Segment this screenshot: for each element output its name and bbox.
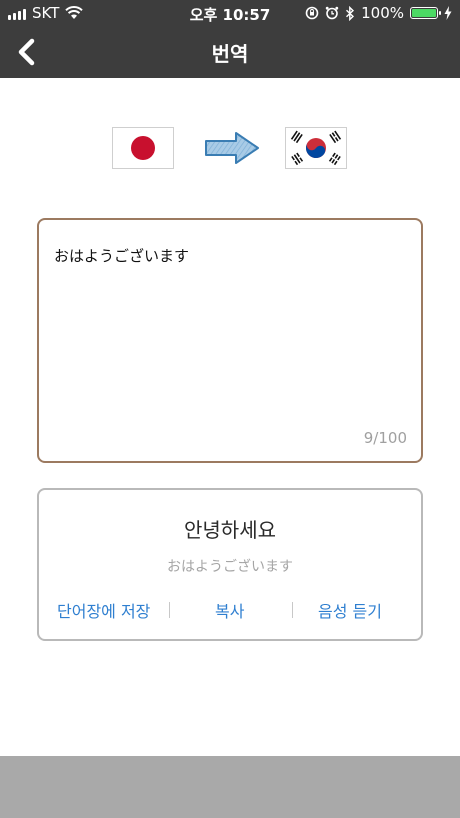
bottom-bar <box>0 756 460 818</box>
alarm-icon <box>325 6 339 20</box>
language-selector <box>0 127 460 171</box>
save-to-wordbook-button[interactable]: 단어장에 저장 <box>57 598 150 622</box>
target-language-flag[interactable] <box>285 127 347 169</box>
arrow-right-icon <box>205 132 259 164</box>
korea-flag-icon <box>286 128 346 168</box>
bluetooth-icon <box>346 5 355 21</box>
top-bar: SKT 오후 10:57 100% 번역 <box>0 0 460 78</box>
copy-button[interactable]: 복사 <box>215 598 244 622</box>
battery-percent: 100% <box>361 4 404 22</box>
original-text: おはようございます <box>167 559 293 575</box>
source-language-flag[interactable] <box>112 127 174 169</box>
charging-icon <box>444 6 452 20</box>
character-counter: 9/100 <box>363 429 407 447</box>
divider <box>169 602 170 618</box>
status-bar: SKT 오후 10:57 100% <box>0 0 460 26</box>
orientation-lock-icon <box>305 6 319 20</box>
translation-result-card: 안녕하세요 おはようございます 단어장에 저장 복사 음성 듣기 <box>37 488 423 641</box>
page-title: 번역 <box>211 42 249 66</box>
listen-audio-button[interactable]: 음성 듣기 <box>318 598 382 622</box>
input-text: おはようございます <box>54 247 190 265</box>
japan-flag-icon <box>113 128 173 168</box>
battery-icon <box>410 7 441 19</box>
source-text-input[interactable]: おはようございます 9/100 <box>37 218 423 463</box>
divider <box>292 602 293 618</box>
translated-text: 안녕하세요 <box>184 518 276 542</box>
result-actions: 단어장에 저장 복사 음성 듣기 <box>39 598 421 622</box>
